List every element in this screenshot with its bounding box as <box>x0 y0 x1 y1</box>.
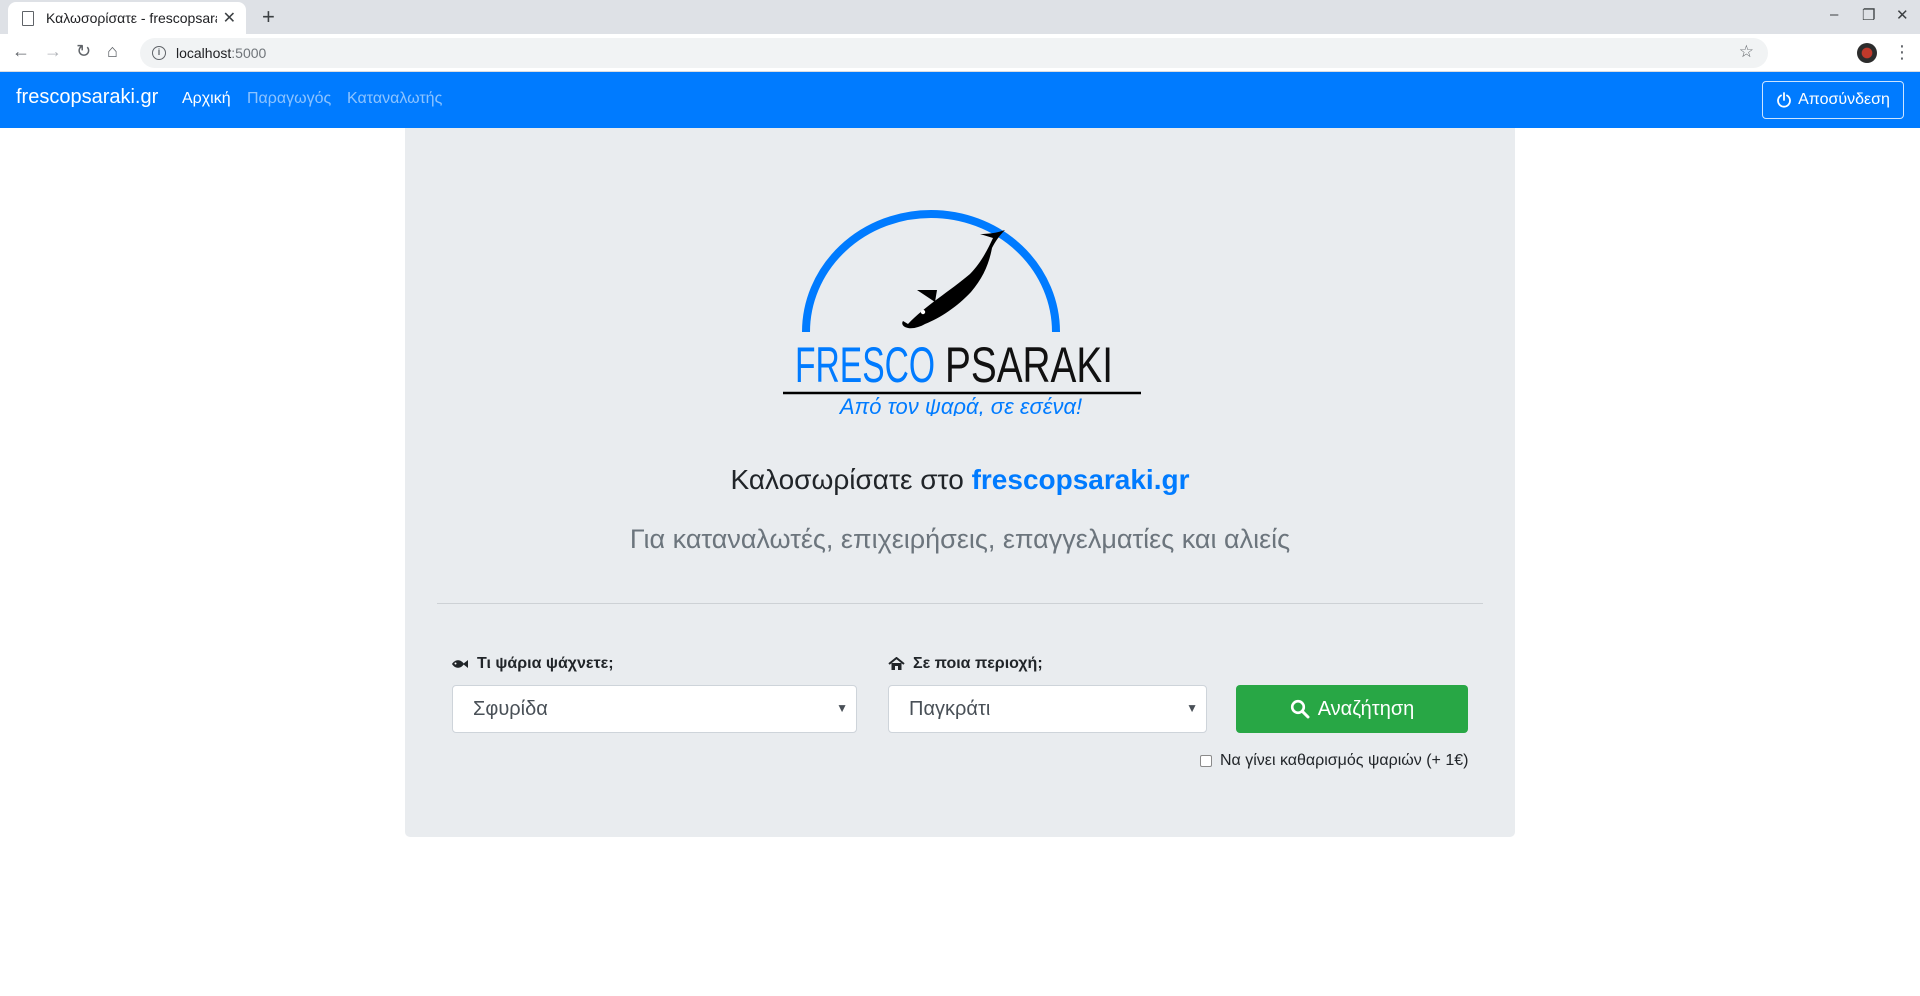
welcome-heading: Καλοσωρίσατε στο frescopsaraki.gr <box>405 464 1515 496</box>
area-label-text: Σε ποια περιοχή; <box>913 655 1043 672</box>
nav-link-consumer[interactable]: Καταναλωτής <box>347 90 442 108</box>
power-icon <box>1777 92 1791 108</box>
tab-title: Καλωσορίσατε - frescopsaraki <box>46 10 217 26</box>
search-icon <box>1290 699 1310 719</box>
fish-select[interactable]: Σφυρίδα ▼ <box>452 685 857 733</box>
fresco-psaraki-logo: FRESCO PSARAKI Από τον ψαρά, σε εσένα! <box>783 210 1141 416</box>
browser-menu-icon[interactable]: ⋮ <box>1893 42 1911 63</box>
bookmark-star-icon[interactable]: ☆ <box>1739 42 1754 62</box>
cleaning-label[interactable]: Να γίνει καθαρισμός ψαριών (+ 1€) <box>1220 752 1468 770</box>
cleaning-checkbox[interactable] <box>1200 755 1212 767</box>
forward-icon[interactable]: → <box>44 41 62 62</box>
fish-select-value: Σφυρίδα <box>473 697 548 720</box>
home-icon[interactable]: ⌂ <box>107 41 118 62</box>
area-select[interactable]: Παγκράτι ▼ <box>888 685 1207 733</box>
fish-small-icon <box>452 660 468 668</box>
logo-word-psaraki: PSARAKI <box>945 337 1113 393</box>
navbar-brand[interactable]: frescopsaraki.gr <box>16 86 158 109</box>
search-button[interactable]: Αναζήτηση <box>1236 685 1468 733</box>
reload-icon[interactable]: ↻ <box>76 41 91 62</box>
back-icon[interactable]: ← <box>12 41 30 62</box>
divider <box>437 603 1483 604</box>
info-icon[interactable]: i <box>152 46 166 60</box>
browser-tabstrip: Καλωσορίσατε - frescopsaraki ✕ + ‒ ❐ ✕ <box>0 0 1920 34</box>
logout-label: Αποσύνδεση <box>1798 91 1890 108</box>
nav-link-producer[interactable]: Παραγωγός <box>247 90 331 108</box>
site-navbar: frescopsaraki.gr Αρχική Παραγωγός Κατανα… <box>0 72 1920 128</box>
address-bar[interactable]: i localhost:5000 ☆ <box>140 38 1768 68</box>
search-button-label: Αναζήτηση <box>1317 697 1415 720</box>
hero-lead: Για καταναλωτές, επιχειρήσεις, επαγγελμα… <box>629 524 1291 554</box>
document-icon <box>22 10 34 26</box>
fish-label-text: Τι ψάρια ψάχνετε; <box>477 655 614 672</box>
home-icon <box>888 657 905 670</box>
new-tab-icon[interactable]: + <box>262 4 275 30</box>
browser-tab[interactable]: Καλωσορίσατε - frescopsaraki ✕ <box>8 2 246 34</box>
window-close-icon[interactable]: ✕ <box>1896 6 1909 24</box>
welcome-prefix: Καλοσωρίσατε στο <box>730 464 964 495</box>
area-select-value: Παγκράτι <box>909 697 991 720</box>
fish-label: Τι ψάρια ψάχνετε; <box>451 655 614 673</box>
welcome-site-name: frescopsaraki.gr <box>971 464 1190 495</box>
nav-link-home[interactable]: Αρχική <box>182 90 231 108</box>
browser-toolbar: ← → ↻ ⌂ i localhost:5000 ☆ ⋮ <box>0 34 1920 72</box>
tab-close-icon[interactable]: ✕ <box>223 8 236 28</box>
url-port: :5000 <box>231 45 267 61</box>
cleaning-option: Να γίνει καθαρισμός ψαριών (+ 1€) <box>1200 752 1468 770</box>
hero-jumbotron: FRESCO PSARAKI Από τον ψαρά, σε εσένα! Κ… <box>405 128 1515 837</box>
minimize-icon[interactable]: ‒ <box>1830 6 1838 23</box>
logo-tagline: Από τον ψαρά, σε εσένα! <box>838 394 1082 416</box>
logout-button[interactable]: Αποσύνδεση <box>1762 81 1904 119</box>
url-host: localhost <box>176 45 232 61</box>
area-select-arrow-icon: ▼ <box>1186 701 1198 715</box>
area-label: Σε ποια περιοχή; <box>888 655 1043 673</box>
fish-select-arrow-icon: ▼ <box>836 701 848 715</box>
fish-icon <box>902 230 1005 329</box>
logo-word-fresco: FRESCO <box>795 337 935 393</box>
restore-icon[interactable]: ❐ <box>1862 6 1875 24</box>
profile-avatar[interactable] <box>1857 43 1877 63</box>
